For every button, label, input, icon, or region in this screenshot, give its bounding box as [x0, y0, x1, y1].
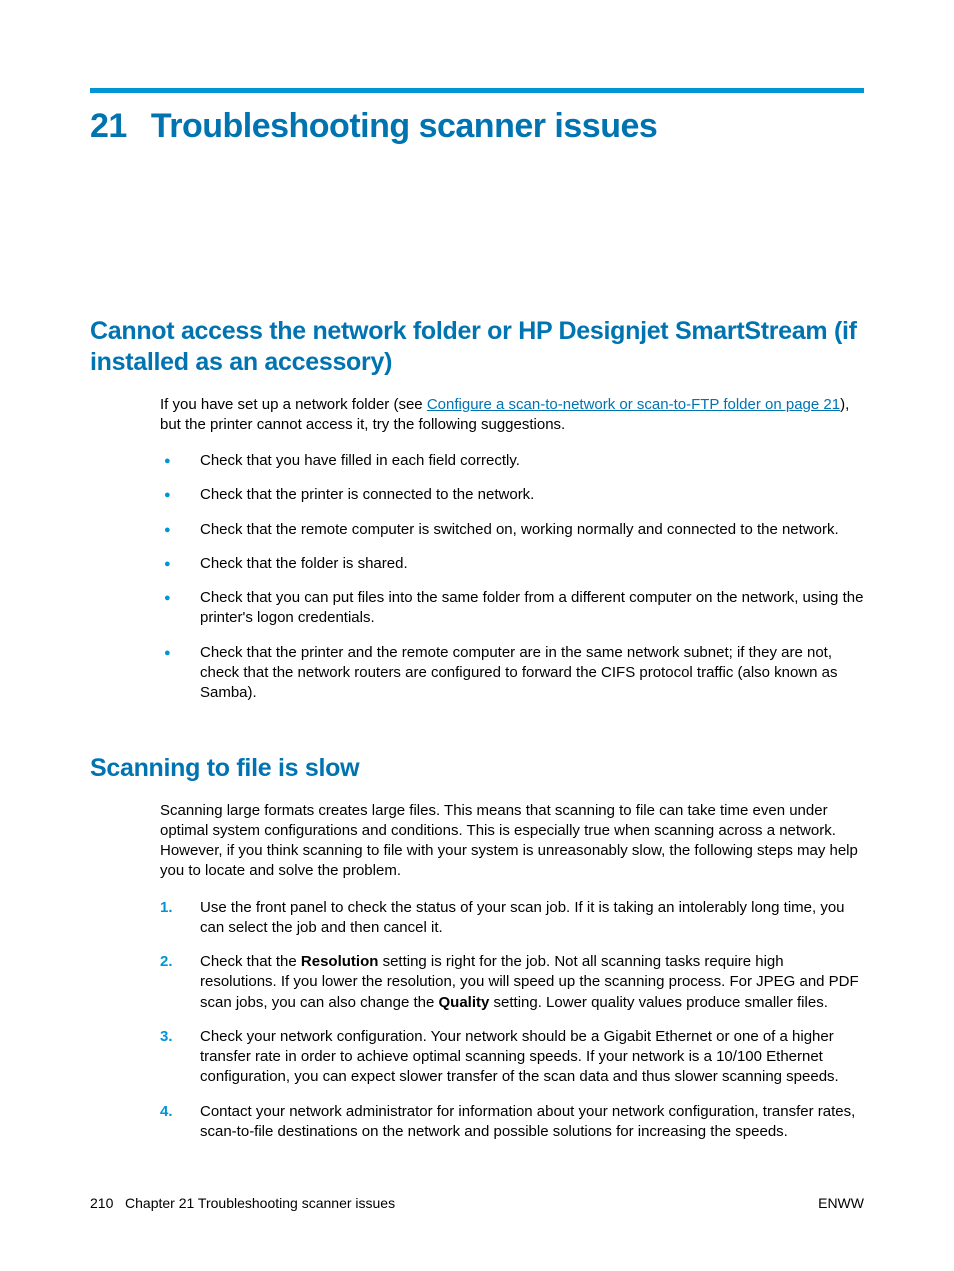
- document-page: 21 Troubleshooting scanner issues Cannot …: [0, 0, 954, 1271]
- text-fragment: Check that the: [200, 953, 301, 970]
- footer-left: 210 Chapter 21 Troubleshooting scanner i…: [90, 1195, 395, 1211]
- footer-chapter-label: Chapter 21 Troubleshooting scanner issue…: [125, 1195, 395, 1211]
- cross-reference-link[interactable]: Configure a scan-to-network or scan-to-F…: [427, 396, 840, 413]
- list-item: Check that you have filled in each field…: [160, 451, 864, 471]
- step-text: Contact your network administrator for i…: [200, 1103, 855, 1140]
- list-item: Check that the remote computer is switch…: [160, 520, 864, 540]
- top-rule: [90, 88, 864, 93]
- list-item: Check that you can put files into the sa…: [160, 588, 864, 629]
- list-item: 3. Check your network configuration. You…: [160, 1027, 864, 1088]
- page-number: 210: [90, 1195, 113, 1211]
- section-scanning-slow: Scanning to file is slow Scanning large …: [90, 753, 864, 1142]
- footer-right: ENWW: [818, 1195, 864, 1211]
- step-number: 2.: [160, 952, 173, 972]
- bullet-text: Check that the printer and the remote co…: [200, 644, 838, 702]
- list-item: 4. Contact your network administrator fo…: [160, 1102, 864, 1143]
- section-title: Cannot access the network folder or HP D…: [90, 316, 864, 379]
- step-text: Check that the Resolution setting is rig…: [200, 953, 859, 1011]
- list-item: Check that the folder is shared.: [160, 554, 864, 574]
- list-item: Check that the printer is connected to t…: [160, 485, 864, 505]
- bullet-text: Check that the folder is shared.: [200, 555, 408, 572]
- chapter-title-text: Troubleshooting scanner issues: [151, 107, 657, 145]
- chapter-heading: 21 Troubleshooting scanner issues: [90, 107, 864, 146]
- bullet-text: Check that you have filled in each field…: [200, 452, 520, 469]
- spacing: [90, 717, 864, 753]
- step-number: 3.: [160, 1027, 173, 1047]
- intro-paragraph: If you have set up a network folder (see…: [160, 395, 864, 436]
- list-item: 2. Check that the Resolution setting is …: [160, 952, 864, 1013]
- section-title: Scanning to file is slow: [90, 753, 864, 784]
- section-body: Scanning large formats creates large fil…: [160, 801, 864, 1143]
- step-text: Check your network configuration. Your n…: [200, 1028, 839, 1086]
- list-item: 1. Use the front panel to check the stat…: [160, 898, 864, 939]
- section-network-folder: Cannot access the network folder or HP D…: [90, 316, 864, 703]
- list-item: Check that the printer and the remote co…: [160, 643, 864, 704]
- bullet-text: Check that the printer is connected to t…: [200, 486, 534, 503]
- bullet-text: Check that the remote computer is switch…: [200, 521, 839, 538]
- page-footer: 210 Chapter 21 Troubleshooting scanner i…: [90, 1195, 864, 1211]
- section-body: If you have set up a network folder (see…: [160, 395, 864, 704]
- chapter-number: 21: [90, 107, 127, 146]
- text-fragment: setting. Lower quality values produce sm…: [489, 994, 828, 1011]
- bullet-text: Check that you can put files into the sa…: [200, 589, 863, 626]
- step-text: Use the front panel to check the status …: [200, 899, 845, 936]
- step-number: 4.: [160, 1102, 173, 1122]
- bold-term: Resolution: [301, 953, 379, 970]
- spacing: [90, 146, 864, 316]
- bullet-list: Check that you have filled in each field…: [160, 451, 864, 703]
- bold-term: Quality: [439, 994, 490, 1011]
- intro-text-pre: If you have set up a network folder (see: [160, 396, 427, 413]
- step-number: 1.: [160, 898, 173, 918]
- intro-paragraph: Scanning large formats creates large fil…: [160, 801, 864, 882]
- numbered-list: 1. Use the front panel to check the stat…: [160, 898, 864, 1143]
